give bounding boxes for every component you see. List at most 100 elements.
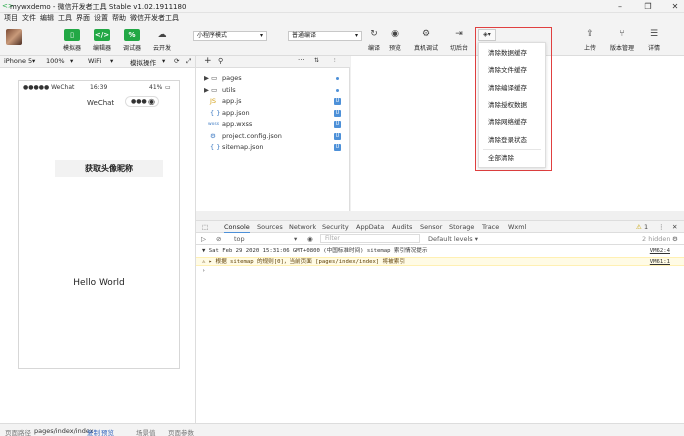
copy-link[interactable]: 复制 <box>87 427 100 436</box>
tab-network[interactable]: Network <box>289 223 316 231</box>
inspect-icon[interactable]: ⬚ <box>202 223 208 231</box>
menu-item[interactable]: 微信开发者工具 <box>130 13 179 24</box>
file-item[interactable]: wxss app.wxss U <box>196 119 350 130</box>
clear-all-item[interactable]: 全部清除 <box>479 150 545 167</box>
console-text: › <box>202 268 206 274</box>
tab-storage[interactable]: Storage <box>449 223 474 231</box>
clear-cache-item[interactable]: 清除网络缓存 <box>479 114 545 131</box>
clear-cache-item[interactable]: 清除登录状态 <box>479 132 545 149</box>
more-icon[interactable]: ●●● <box>131 98 147 105</box>
avatar[interactable] <box>6 29 22 45</box>
zoom-select[interactable]: 100% <box>46 57 65 65</box>
context-select[interactable]: top <box>234 235 245 243</box>
background-button[interactable]: ⇥ 切后台 <box>446 24 472 52</box>
file-item[interactable]: ▶ ▭ pages <box>196 73 350 84</box>
tab-sources[interactable]: Sources <box>257 223 283 231</box>
menu-bar: 项目 文件 编辑 工具 界面 设置 帮助 微信开发者工具 <box>0 13 684 24</box>
levels-select[interactable]: Default levels ▾ <box>428 235 478 243</box>
preview-button[interactable]: ◉ 预览 <box>382 24 408 52</box>
minimize-icon[interactable]: – <box>613 1 627 12</box>
clear-cache-item[interactable]: 清除文件缓存 <box>479 62 545 79</box>
clear-cache-item[interactable]: 清除数据缓存 <box>479 45 545 62</box>
nav-title: WeChat <box>87 99 115 107</box>
tab-appdata[interactable]: AppData <box>356 223 384 231</box>
phone-frame: ●●●●● WeChat 16:39 41% ▭ WeChat <box>18 80 180 369</box>
menu-item[interactable]: 界面 <box>76 13 90 24</box>
close-icon[interactable]: ✕ <box>672 223 677 231</box>
eye-icon[interactable]: ◉ <box>307 235 313 243</box>
file-item[interactable]: ▶ ▭ utils <box>196 85 350 96</box>
file-name: utils <box>222 85 236 94</box>
record-icon[interactable]: ◉ <box>148 97 155 106</box>
git-status-badge: U <box>334 132 341 140</box>
mode-select[interactable]: 小程序模式 ▾ <box>193 31 267 41</box>
file-item[interactable]: JS app.js U <box>196 96 350 107</box>
get-userinfo-button[interactable]: 获取头像昵称 <box>55 160 163 177</box>
details-button[interactable]: ☰ 详情 <box>641 24 667 52</box>
tab-audits[interactable]: Audits <box>392 223 412 231</box>
search-icon[interactable]: ⚲ <box>218 57 223 65</box>
debugger-button[interactable]: % 调试器 <box>117 24 147 52</box>
chevron-down-icon: ▾ <box>110 57 114 65</box>
tab-wxml[interactable]: Wxml <box>508 223 526 231</box>
menu-item[interactable]: 设置 <box>94 13 108 24</box>
simulate-ops-select[interactable]: 模拟操作 <box>130 57 156 67</box>
file-name: app.js <box>222 97 242 105</box>
file-item[interactable]: ⚙ project.config.json U <box>196 131 350 142</box>
simulator-button[interactable]: ▯ 模拟器 <box>57 24 87 52</box>
capsule-menu[interactable]: ●●● ◉ <box>125 96 159 107</box>
rotate-icon[interactable]: ⟳ <box>174 57 179 65</box>
chevron-down-icon: ▾ <box>354 32 358 39</box>
compile-icon: ↻ <box>370 29 378 39</box>
network-select[interactable]: WiFi <box>88 57 101 65</box>
menu-item[interactable]: 工具 <box>58 13 72 24</box>
preview-link[interactable]: 预览 <box>101 427 114 436</box>
page-path: pages/index/index <box>34 427 94 435</box>
sidebar-toggle-icon[interactable]: ▷ <box>201 235 206 243</box>
tab-sensor[interactable]: Sensor <box>420 223 442 231</box>
clear-cache-item[interactable]: 清除编译缓存 <box>479 80 545 97</box>
more-icon[interactable]: ··· <box>298 56 305 64</box>
filter-input[interactable]: Filter <box>320 234 420 243</box>
chevron-down-icon: ▾ <box>294 235 298 243</box>
background-icon: ⇥ <box>455 29 463 39</box>
tab-trace[interactable]: Trace <box>482 223 499 231</box>
cloud-icon: ☁ <box>157 30 167 40</box>
source-link[interactable]: VM62:4 <box>650 247 670 256</box>
split-icon[interactable]: ⫶ <box>334 57 336 65</box>
compile-select[interactable]: 普通编译 ▾ <box>288 31 362 41</box>
more-icon[interactable]: ⋮ <box>658 223 665 231</box>
close-icon[interactable]: ✕ <box>668 1 682 12</box>
menu-item[interactable]: 帮助 <box>112 13 126 24</box>
explorer-toolbar: + ⚲ ··· ⇅ ⫶ <box>196 56 350 68</box>
scene-label[interactable]: 场景值 <box>136 427 156 436</box>
gear-icon[interactable]: ⚙ <box>672 235 678 243</box>
device-select[interactable]: iPhone 5 <box>4 57 32 65</box>
cloud-button[interactable]: ☁ 云开发 <box>147 24 177 52</box>
file-name: sitemap.json <box>222 143 264 151</box>
source-link[interactable]: VM61:1 <box>650 258 670 267</box>
version-control-button[interactable]: ⑂ 版本管理 <box>609 24 635 52</box>
chevron-down-icon: ▾ <box>32 57 36 65</box>
menu-item[interactable]: 编辑 <box>40 13 54 24</box>
upload-icon: ⇪ <box>586 29 594 39</box>
sort-icon[interactable]: ⇅ <box>314 57 319 64</box>
editor-button[interactable]: </> 编辑器 <box>87 24 117 52</box>
file-item[interactable]: { } sitemap.json U <box>196 142 350 153</box>
clear-cache-item[interactable]: 清除授权数据 <box>479 97 545 114</box>
file-icon: { } <box>210 143 221 151</box>
warning-icon: ⚠ <box>636 223 642 231</box>
menu-item[interactable]: 文件 <box>22 13 36 24</box>
clear-cache-button[interactable]: ◈▾ <box>478 29 496 41</box>
block-icon[interactable]: ⊘ <box>216 235 221 243</box>
upload-button[interactable]: ⇪ 上传 <box>577 24 603 52</box>
page-params-label[interactable]: 页面参数 <box>168 427 194 436</box>
expand-icon[interactable]: ⤢ <box>186 57 191 66</box>
maximize-icon[interactable]: ❐ <box>641 1 655 12</box>
add-icon[interactable]: + <box>204 56 212 66</box>
real-device-debug-button[interactable]: ⚙ 真机调试 <box>413 24 439 52</box>
tab-security[interactable]: Security <box>322 223 349 231</box>
status-bar: 页面路径 pages/index/index 复制 预览 场景值 页面参数 <box>0 423 684 436</box>
file-item[interactable]: { } app.json U <box>196 108 350 119</box>
menu-item[interactable]: 项目 <box>4 13 18 24</box>
